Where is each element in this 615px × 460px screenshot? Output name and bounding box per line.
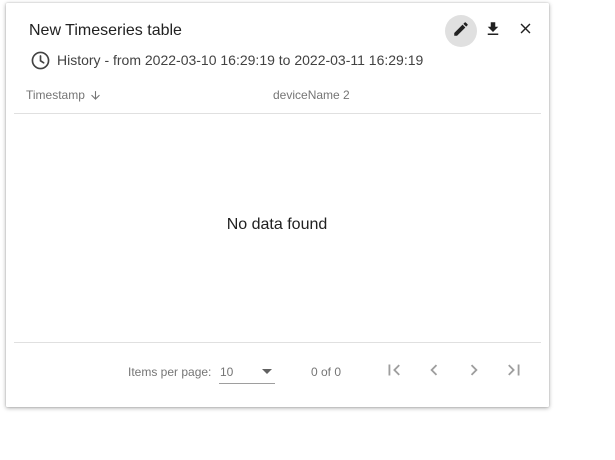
- history-timewindow[interactable]: History - from 2022-03-10 16:29:19 to 20…: [29, 49, 423, 71]
- next-page-button[interactable]: [460, 357, 488, 385]
- widget-title: New Timeseries table: [29, 22, 182, 39]
- timeseries-table-widget: New Timeseries table History - from 2022…: [6, 3, 549, 407]
- last-page-icon: [503, 359, 525, 384]
- pencil-icon: [452, 20, 470, 43]
- items-per-page-value: 10: [220, 365, 234, 379]
- arrow-down-icon: [89, 89, 102, 102]
- download-icon: [484, 20, 502, 43]
- paginator: Items per page: 10 0 of 0: [14, 342, 541, 399]
- history-timewindow-label: History - from 2022-03-10 16:29:19 to 20…: [57, 52, 424, 68]
- clock-icon: [29, 49, 51, 71]
- column-header-timestamp-label: Timestamp: [26, 88, 85, 102]
- column-header-timestamp[interactable]: Timestamp: [26, 88, 102, 102]
- download-button[interactable]: [477, 15, 509, 47]
- items-per-page-select[interactable]: 10: [219, 359, 275, 384]
- first-page-button[interactable]: [380, 357, 408, 385]
- last-page-button[interactable]: [500, 357, 528, 385]
- column-header-devicename[interactable]: deviceName 2: [273, 88, 350, 102]
- first-page-icon: [383, 359, 405, 384]
- previous-page-button[interactable]: [420, 357, 448, 385]
- items-per-page-label: Items per page:: [128, 365, 212, 379]
- widget-actions: [445, 15, 541, 47]
- close-button[interactable]: [509, 15, 541, 47]
- next-page-icon: [463, 359, 485, 384]
- page-range-label: 0 of 0: [311, 365, 342, 379]
- table-header-row: Timestamp deviceName 2: [14, 79, 541, 114]
- dropdown-arrow-icon: [262, 369, 272, 374]
- previous-page-icon: [423, 359, 445, 384]
- no-data-message: No data found: [226, 216, 328, 233]
- edit-button[interactable]: [445, 15, 477, 47]
- close-icon: [517, 20, 534, 42]
